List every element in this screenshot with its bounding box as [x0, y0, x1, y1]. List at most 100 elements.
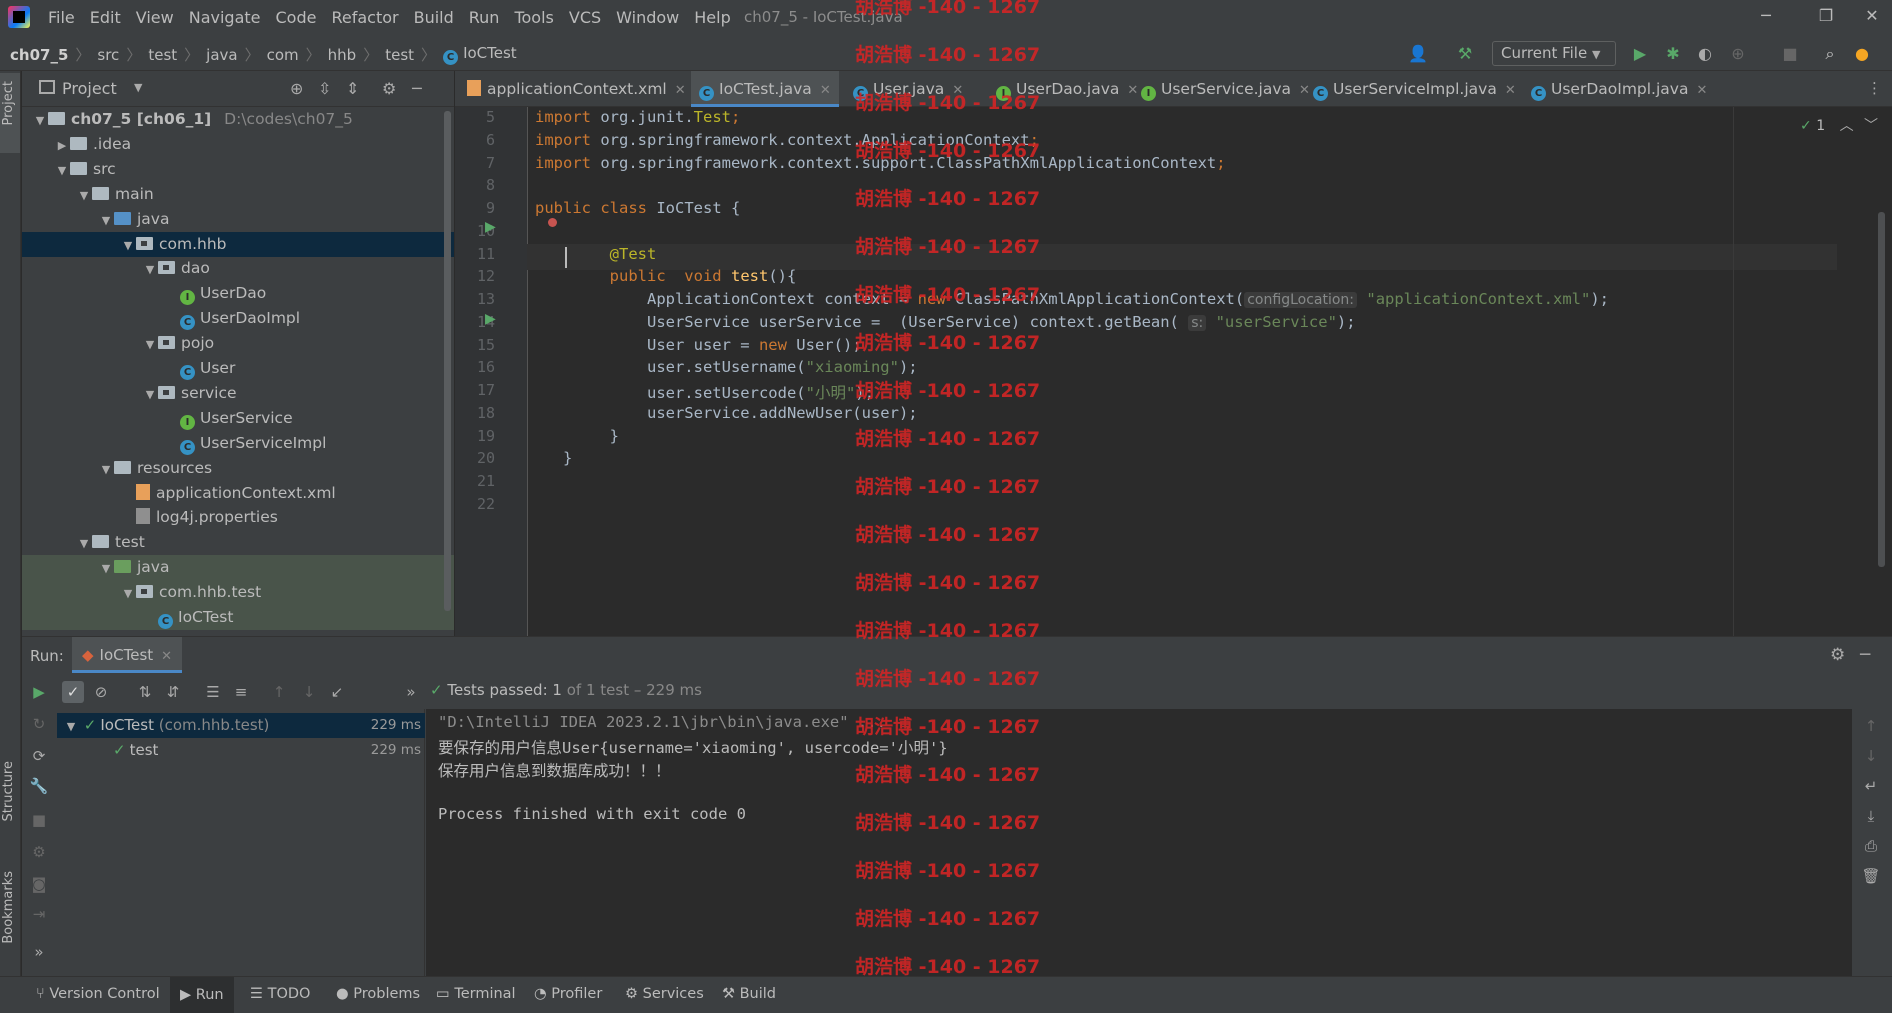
tree-item[interactable]: ▼ com.hhb.test [22, 580, 454, 606]
exit-icon[interactable]: ⇥ [28, 903, 50, 925]
show-ignored-icon[interactable]: ⊘ [90, 681, 112, 703]
next-failed-icon[interactable]: ↓ [298, 681, 320, 703]
hide-panel-icon[interactable]: ─ [412, 79, 422, 98]
menu-file[interactable]: File [48, 8, 75, 27]
chevron-down-icon[interactable]: ▼ [63, 714, 79, 739]
profile-icon[interactable]: ⊕ [1728, 44, 1748, 64]
project-tool-tab[interactable]: Project [0, 73, 20, 153]
bottom-tab-build[interactable]: ⚒ Build [722, 986, 776, 1002]
menu-tools[interactable]: Tools [514, 8, 553, 27]
close-icon[interactable]: ✕ [952, 83, 963, 98]
breadcrumb-item[interactable]: src [97, 46, 119, 64]
editor-tab[interactable]: C User.java ✕ [845, 71, 971, 107]
tree-item[interactable]: ▼ pojo [22, 331, 454, 356]
menu-window[interactable]: Window [616, 8, 679, 27]
chevron-down-icon[interactable]: ▼ [120, 233, 136, 258]
user-icon[interactable]: 👤 [1408, 44, 1428, 64]
breadcrumb-item[interactable]: hhb [328, 46, 357, 64]
editor-tab[interactable]: I UserService.java ✕ [1133, 71, 1318, 107]
breadcrumb-item[interactable]: java [206, 46, 237, 64]
breadcrumb-item[interactable]: test [385, 46, 414, 64]
menu-vcs[interactable]: VCS [569, 8, 601, 27]
close-icon[interactable]: ✕ [1505, 83, 1516, 98]
tree-item[interactable]: ▼ service [22, 381, 454, 406]
editor-tab[interactable]: C UserServiceImpl.java ✕ [1305, 71, 1524, 107]
tree-item[interactable]: applicationContext.xml [22, 481, 454, 506]
menu-build[interactable]: Build [414, 8, 454, 27]
test-suite-row[interactable]: ▼ ✓ IoCTest (com.hhb.test) 229 ms [57, 713, 425, 738]
close-icon[interactable]: ✕ [820, 83, 831, 98]
stop-icon[interactable]: ■ [28, 809, 50, 831]
chevron-down-icon[interactable]: ﹀ [1864, 118, 1878, 134]
collapse-all-icon[interactable]: ≡ [230, 681, 252, 703]
chevron-down-icon[interactable]: ▼ [54, 158, 70, 183]
sort-duration-icon[interactable]: ⇵ [162, 681, 184, 703]
sort-alpha-icon[interactable]: ⇅ [134, 681, 156, 703]
bottom-tab-todo[interactable]: ☰ TODO [250, 986, 310, 1002]
breadcrumb-item[interactable]: test [148, 46, 177, 64]
chevron-down-icon[interactable]: ▼ [98, 457, 114, 482]
close-window-icon[interactable]: ✕ [1862, 6, 1882, 26]
bottom-tab-profiler[interactable]: ◔ Profiler [534, 986, 602, 1002]
bottom-tab-version-control[interactable]: ⑂ Version Control [36, 986, 160, 1002]
console-output[interactable]: "D:\IntelliJ IDEA 2023.2.1\jbr\bin\java.… [426, 709, 1873, 977]
close-icon[interactable]: ✕ [1696, 83, 1707, 98]
tree-item[interactable]: ▼ resources [22, 456, 454, 481]
menu-run[interactable]: Run [469, 8, 500, 27]
editor-tab[interactable]: applicationContext.xml ✕ [459, 71, 694, 107]
rerun-failed-icon[interactable]: ↻ [28, 713, 50, 735]
menu-code[interactable]: Code [276, 8, 317, 27]
run-test-gutter-icon[interactable]: ▶ [485, 311, 501, 327]
tree-item[interactable]: ▼ ch07_5 [ch06_1] D:\codes\ch07_5 [22, 107, 454, 132]
restore-icon[interactable]: ❐ [1816, 6, 1836, 26]
menu-refactor[interactable]: Refactor [331, 8, 398, 27]
expand-all-icon[interactable]: ☰ [202, 681, 224, 703]
search-icon[interactable]: ⌕ [1820, 44, 1840, 64]
chevron-down-icon[interactable]: ▼ [120, 581, 136, 606]
trash-icon[interactable]: 🗑 [1860, 865, 1882, 887]
toggle-auto-test-icon[interactable]: ⟳ [28, 745, 50, 767]
editor-tab[interactable]: C IoCTest.java ✕ [691, 71, 839, 107]
inspection-widget[interactable]: ✓ 1 ︿ ﹀ [1800, 115, 1878, 135]
hide-panel-icon[interactable]: ─ [1860, 645, 1870, 665]
chevron-down-icon[interactable]: ▼ [98, 208, 114, 233]
expand-all-icon[interactable]: ⇳ [318, 79, 331, 98]
tree-item[interactable]: log4j.properties [22, 505, 454, 530]
updates-icon[interactable]: ● [1852, 44, 1872, 64]
project-panel-title[interactable]: Project [62, 79, 117, 98]
gear-icon[interactable]: ⚙ [382, 79, 396, 98]
menu-view[interactable]: View [136, 8, 174, 27]
run-class-gutter-icon[interactable]: ▶ [485, 219, 501, 235]
print-icon[interactable]: ⎙ [1860, 835, 1882, 857]
chevron-down-icon[interactable]: ▼ [142, 332, 158, 357]
minimize-icon[interactable]: ─ [1756, 6, 1776, 26]
editor-scrollbar[interactable] [1878, 212, 1885, 567]
tree-item[interactable]: ▼ com.hhb [22, 231, 454, 258]
run-icon[interactable]: ▶ [1630, 44, 1650, 64]
tree-item[interactable]: ▼ java [22, 207, 454, 232]
coverage-icon[interactable]: ◐ [1695, 44, 1715, 64]
tree-item[interactable]: C User [22, 356, 454, 381]
import-tests-icon[interactable]: ↙ [326, 681, 348, 703]
project-scrollbar[interactable] [444, 111, 451, 611]
tree-item[interactable]: I UserService [22, 406, 454, 431]
bottom-tab-services[interactable]: ⚙ Services [625, 986, 704, 1002]
show-passed-icon[interactable]: ✓ [62, 681, 84, 703]
tree-item[interactable]: ▼ main [22, 182, 454, 207]
tree-item[interactable]: ▼ test [22, 530, 454, 555]
test-case-row[interactable]: ✓ test 229 ms [57, 738, 425, 763]
gear-icon[interactable]: ⚙ [1830, 645, 1845, 665]
dump-threads-icon[interactable]: ⚙ [28, 841, 50, 863]
close-icon[interactable]: ✕ [675, 83, 686, 98]
tree-item[interactable]: C IoCTest [22, 605, 454, 630]
tree-item[interactable]: C UserDaoImpl [22, 306, 454, 331]
bottom-tab-run[interactable]: ▶ Run [170, 977, 234, 1013]
locate-icon[interactable]: ⊕ [290, 79, 303, 98]
run-configuration-select[interactable]: Current File ▼ [1492, 41, 1616, 66]
breadcrumb-item[interactable]: ch07_5 [10, 46, 68, 64]
scroll-to-end-icon[interactable]: ⤓ [1860, 805, 1882, 827]
bookmarks-tab[interactable]: Bookmarks [1, 871, 16, 944]
arrow-up-icon[interactable]: ↑ [1860, 715, 1882, 737]
chevron-up-icon[interactable]: ︿ [1840, 118, 1854, 134]
debug-icon[interactable]: ✱ [1663, 44, 1683, 64]
